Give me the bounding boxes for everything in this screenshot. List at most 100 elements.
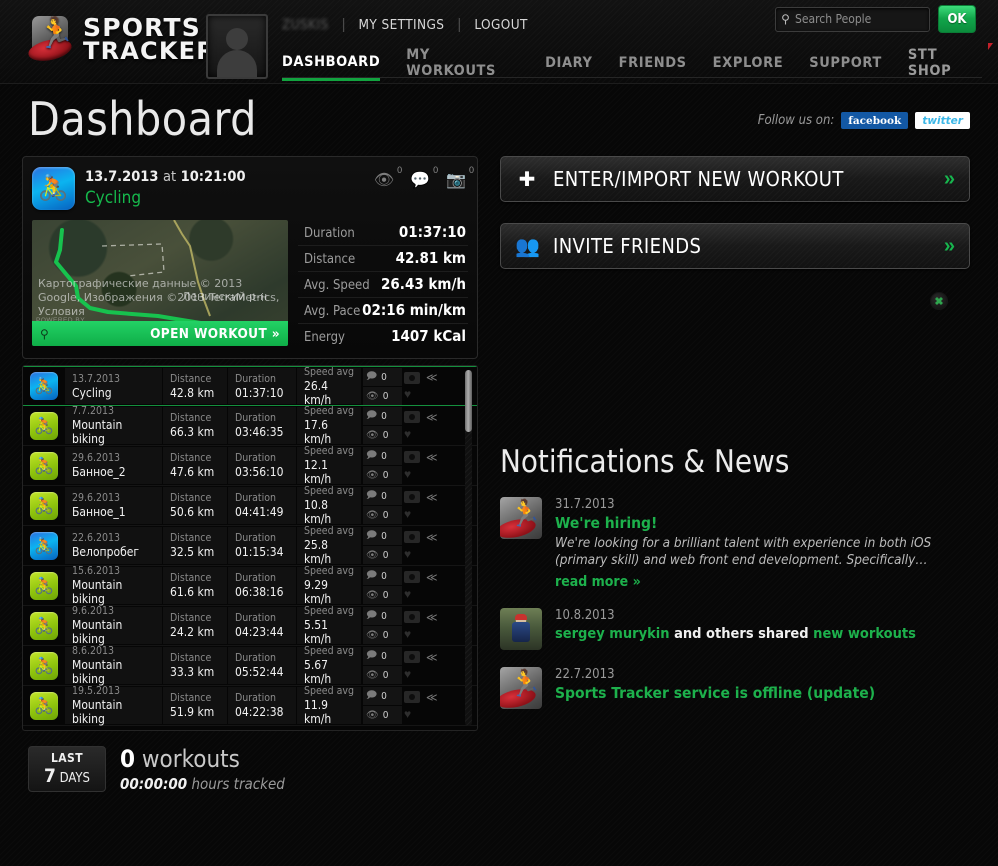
share-icon[interactable]: ≪ (426, 651, 438, 664)
share-icon[interactable]: ≪ (426, 411, 438, 424)
divider: | (457, 16, 462, 33)
enter-import-workout-button[interactable]: ✚ ENTER/IMPORT NEW WORKOUT » (500, 156, 970, 202)
workout-list-scrollbar[interactable] (465, 370, 472, 726)
my-settings-link[interactable]: MY SETTINGS (359, 17, 445, 33)
photo-icon[interactable] (404, 651, 420, 663)
table-row[interactable]: 🚴 29.6.2013 Банное_2 Distance 47.6 km Duratio… (23, 445, 477, 486)
row-comments[interactable]: 🗩 0 (363, 527, 402, 545)
row-views[interactable]: 👁 0 (363, 706, 402, 724)
table-row[interactable]: 🚴 19.5.2013 Mountain biking Distance 51.9 km… (23, 685, 477, 726)
share-icon[interactable]: ≪ (426, 611, 438, 624)
facebook-button[interactable]: facebook (841, 112, 909, 129)
heart-icon[interactable]: ♥ (404, 427, 411, 441)
table-row[interactable]: 🚴 8.6.2013 Mountain biking Distance 33.3 km D… (23, 645, 477, 686)
row-views[interactable]: 👁 0 (363, 426, 402, 444)
table-row[interactable]: 🚴 13.7.2013 Cycling Distance 42.8 km Duration… (23, 366, 477, 407)
camera-icon[interactable]: 📷 0 (446, 165, 474, 190)
tab-explore[interactable]: EXPLORE (713, 55, 784, 79)
row-comments[interactable]: 🗩 0 (363, 647, 402, 665)
row-comments[interactable]: 🗩 0 (363, 368, 402, 386)
avatar[interactable] (206, 14, 268, 79)
row-comments[interactable]: 🗩 0 (363, 687, 402, 705)
workout-list[interactable]: 🚴 13.7.2013 Cycling Distance 42.8 km Duration… (22, 365, 478, 731)
photo-icon[interactable] (404, 411, 420, 423)
comment-icon[interactable]: 💬 0 (410, 165, 438, 190)
share-icon[interactable]: ≪ (426, 371, 438, 384)
tab-friends[interactable]: FRIENDS (619, 55, 687, 79)
tab-diary[interactable]: DIARY (545, 55, 592, 79)
heart-icon[interactable]: ♥ (404, 507, 411, 521)
heart-icon[interactable]: ♥ (404, 627, 411, 641)
tab-my-workouts[interactable]: MY WORKOUTS (406, 47, 519, 87)
share-icon[interactable]: ≪ (426, 491, 438, 504)
row-comments[interactable]: 🗩 0 (363, 607, 402, 625)
row-date: 8.6.2013 (72, 645, 115, 657)
row-date: 22.6.2013 (72, 532, 121, 544)
search-icon: ⚲ (781, 12, 790, 26)
share-user-link[interactable]: sergey murykin (555, 626, 670, 642)
people-icon: 👥 (515, 235, 540, 258)
photo-icon[interactable] (404, 371, 420, 384)
open-workout-button[interactable]: ⚲ OPEN WORKOUT » (32, 321, 288, 346)
scrollbar-thumb[interactable] (465, 370, 472, 432)
logout-link[interactable]: LOGOUT (474, 17, 528, 33)
photo-icon[interactable] (404, 491, 420, 503)
tab-support[interactable]: SUPPORT (809, 55, 882, 79)
heart-icon[interactable]: ♥ (404, 467, 411, 481)
share-icon[interactable]: ≪ (426, 691, 438, 704)
share-icon[interactable]: ≪ (426, 571, 438, 584)
row-views[interactable]: 👁 0 (363, 387, 402, 405)
news-item-service-offline[interactable]: 🏃 22.7.2013 Sports Tracker service is of… (500, 667, 970, 709)
row-comments[interactable]: 🗩 0 (363, 487, 402, 505)
news-item-shared-workouts[interactable]: 10.8.2013 sergey murykin and others shar… (500, 608, 970, 650)
heart-icon[interactable]: ♥ (404, 547, 411, 561)
search-input[interactable] (795, 12, 929, 26)
heart-icon[interactable]: ♥ (404, 667, 411, 681)
photo-icon[interactable] (404, 691, 420, 703)
photo-icon[interactable] (404, 531, 420, 543)
row-views[interactable]: 👁 0 (363, 666, 402, 684)
heart-icon[interactable]: ♥ (404, 707, 411, 721)
news-title[interactable]: Sports Tracker service is offline (updat… (555, 684, 970, 702)
eye-icon[interactable]: 👁 0 (374, 165, 402, 190)
photo-icon[interactable] (404, 451, 420, 463)
photo-icon[interactable] (404, 611, 420, 623)
ad-close-button[interactable]: ✖ (930, 292, 948, 310)
row-comments[interactable]: 🗩 0 (363, 407, 402, 425)
search-box[interactable]: ⚲ (775, 6, 930, 32)
table-row[interactable]: 🚴 22.6.2013 Велопробег Distance 32.5 km Durat… (23, 525, 477, 566)
row-duration-cell: Duration 04:41:49 (228, 487, 296, 524)
row-views[interactable]: 👁 0 (363, 546, 402, 564)
row-comments[interactable]: 🗩 0 (363, 447, 402, 465)
site-logo[interactable]: 🏃 SPORTS TRACKER (26, 14, 216, 66)
news-body: 31.7.2013 We're hiring! We're looking fo… (555, 497, 970, 591)
row-distance-value: 66.3 km (170, 425, 215, 439)
photo-icon[interactable] (404, 571, 420, 583)
row-distance-value: 50.6 km (170, 505, 215, 519)
news-title[interactable]: We're hiring! (555, 514, 970, 532)
row-views[interactable]: 👁 0 (363, 506, 402, 524)
row-views[interactable]: 👁 0 (363, 466, 402, 484)
table-row[interactable]: 🚴 7.7.2013 Mountain biking Distance 66.3 km D… (23, 405, 477, 446)
read-more-link[interactable]: read more » (555, 574, 641, 590)
workout-map[interactable]: POWERED BY Google Картографические данны… (32, 220, 288, 346)
username-link[interactable]: ZUSKIS (282, 17, 329, 33)
twitter-button[interactable]: twitter (915, 112, 970, 129)
heart-icon[interactable]: ♥ (404, 587, 411, 601)
share-object-link[interactable]: new workouts (813, 626, 916, 642)
row-views[interactable]: 👁 0 (363, 626, 402, 644)
heart-icon[interactable]: ♥ (404, 387, 411, 401)
invite-friends-button[interactable]: 👥 INVITE FRIENDS » (500, 223, 970, 269)
table-row[interactable]: 🚴 9.6.2013 Mountain biking Distance 24.2 km D… (23, 605, 477, 646)
share-icon[interactable]: ≪ (426, 531, 438, 544)
row-views[interactable]: 👁 0 (363, 586, 402, 604)
news-item-hiring[interactable]: 🏃 31.7.2013 We're hiring! We're looking … (500, 497, 970, 591)
tab-stt-shop[interactable]: STT SHOP (908, 43, 993, 87)
table-row[interactable]: 🚴 29.6.2013 Банное_1 Distance 50.6 km Duratio… (23, 485, 477, 526)
row-distance-cell: Distance 47.6 km (163, 447, 227, 484)
share-icon[interactable]: ≪ (426, 451, 438, 464)
row-comments[interactable]: 🗩 0 (363, 567, 402, 585)
table-row[interactable]: 🚴 15.6.2013 Mountain biking Distance 61.6 km… (23, 565, 477, 606)
row-speed-value: 26.4 km/h (304, 378, 332, 407)
search-ok-button[interactable]: OK (938, 5, 976, 33)
